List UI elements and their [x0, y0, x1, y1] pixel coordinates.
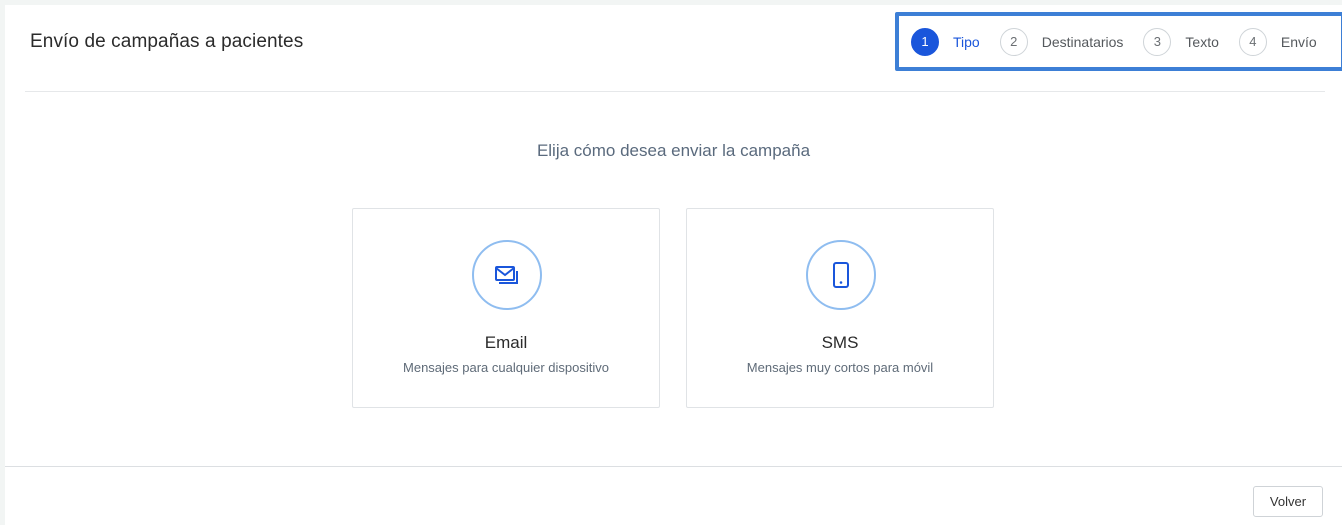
back-button[interactable]: Volver [1253, 486, 1323, 517]
step-label: Tipo [953, 33, 980, 50]
option-title: SMS [821, 333, 859, 352]
step-texto[interactable]: 3 Texto [1143, 27, 1219, 56]
step-number: 3 [1143, 27, 1172, 56]
footer-divider [5, 466, 1342, 467]
step-destinatarios[interactable]: 2 Destinatarios [999, 27, 1124, 56]
step-label: Envío [1280, 33, 1317, 50]
option-title: Email [484, 333, 528, 352]
step-number: 2 [999, 27, 1028, 56]
header-divider [25, 91, 1325, 92]
channel-prompt: Elija cómo desea enviar la campaña [536, 141, 811, 160]
email-icon [495, 266, 518, 284]
step-number: 1 [911, 27, 939, 56]
email-icon-ring [472, 240, 542, 310]
sms-icon-ring [806, 240, 876, 310]
step-label: Texto [1185, 33, 1219, 50]
step-tipo[interactable]: 1 Tipo [911, 27, 980, 56]
email-option-card[interactable]: Email Mensajes para cualquier dispositiv… [352, 208, 660, 408]
mobile-phone-icon [833, 262, 849, 288]
option-description: Mensajes muy cortos para móvil [746, 360, 934, 375]
campaign-panel: Envío de campañas a pacientes 1 Tipo 2 D… [5, 5, 1342, 525]
sms-option-card[interactable]: SMS Mensajes muy cortos para móvil [686, 208, 994, 408]
step-number: 4 [1238, 27, 1267, 56]
wizard-stepper: 1 Tipo 2 Destinatarios 3 Texto 4 Envío [895, 12, 1342, 71]
option-description: Mensajes para cualquier dispositivo [403, 360, 609, 375]
step-label: Destinatarios [1041, 33, 1124, 50]
step-envio[interactable]: 4 Envío [1238, 27, 1317, 56]
page-title: Envío de campañas a pacientes [30, 31, 304, 52]
